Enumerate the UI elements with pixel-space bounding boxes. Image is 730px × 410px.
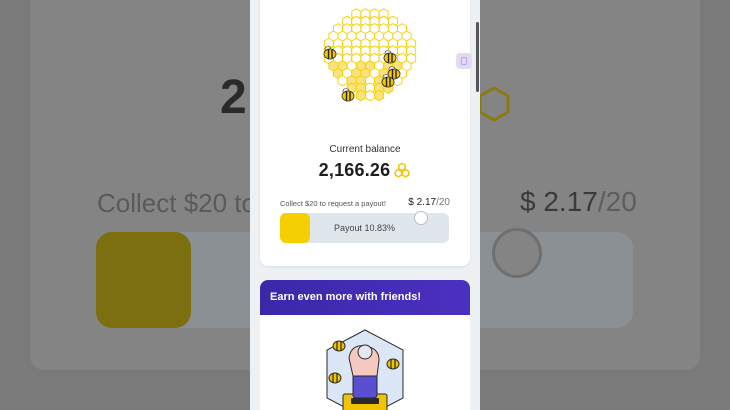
payout-instruction: Collect $20 to request a payout! (280, 199, 386, 208)
bee-icon (328, 372, 342, 384)
background-amount: $ 2.17/20 (520, 186, 637, 218)
scrollbar[interactable] (476, 22, 479, 92)
background-amount-target: /20 (597, 186, 637, 217)
background-amount-current: $ 2.17 (520, 186, 598, 217)
beehive-illustration (323, 8, 417, 102)
background-collect-text: Collect $20 to (97, 188, 256, 218)
payout-amount-target: /20 (436, 197, 450, 208)
payout-progress-knob[interactable] (414, 211, 428, 225)
friends-title: Earn even more with friends! (270, 291, 421, 303)
notification-badge-icon[interactable] (456, 53, 472, 69)
honeycomb-cell (374, 89, 385, 102)
phone-screen[interactable]: Current balance 2,166.26 Collect $20 to … (250, 0, 480, 410)
background-progress-knob (492, 228, 542, 278)
hand-with-bees-illustration (326, 329, 404, 410)
friends-banner: Earn even more with friends! (260, 280, 470, 315)
bee-icon (386, 358, 400, 370)
bee-icon (332, 340, 346, 352)
background-honeycomb-icon (478, 86, 510, 122)
background-progress-fill (96, 232, 191, 328)
balance-card: Current balance 2,166.26 Collect $20 to … (260, 0, 470, 266)
payout-progress-label: Payout 10.83% (333, 223, 396, 233)
honeycomb-cell (365, 89, 375, 102)
balance-row: 2,166.26 (260, 160, 470, 181)
balance-value: 2,166.26 (318, 160, 391, 180)
honeycomb-coin-icon (394, 162, 410, 178)
payout-amount-current: $ 2.17 (408, 197, 437, 208)
balance-label: Current balance (329, 144, 401, 155)
payout-amount: $ 2.17/20 (408, 197, 450, 208)
honeycomb-cell (355, 89, 366, 102)
honeycomb-cell (337, 74, 348, 87)
friends-card[interactable]: Earn even more with friends! (260, 280, 470, 410)
background-balance-fragment: 2 (220, 71, 247, 124)
